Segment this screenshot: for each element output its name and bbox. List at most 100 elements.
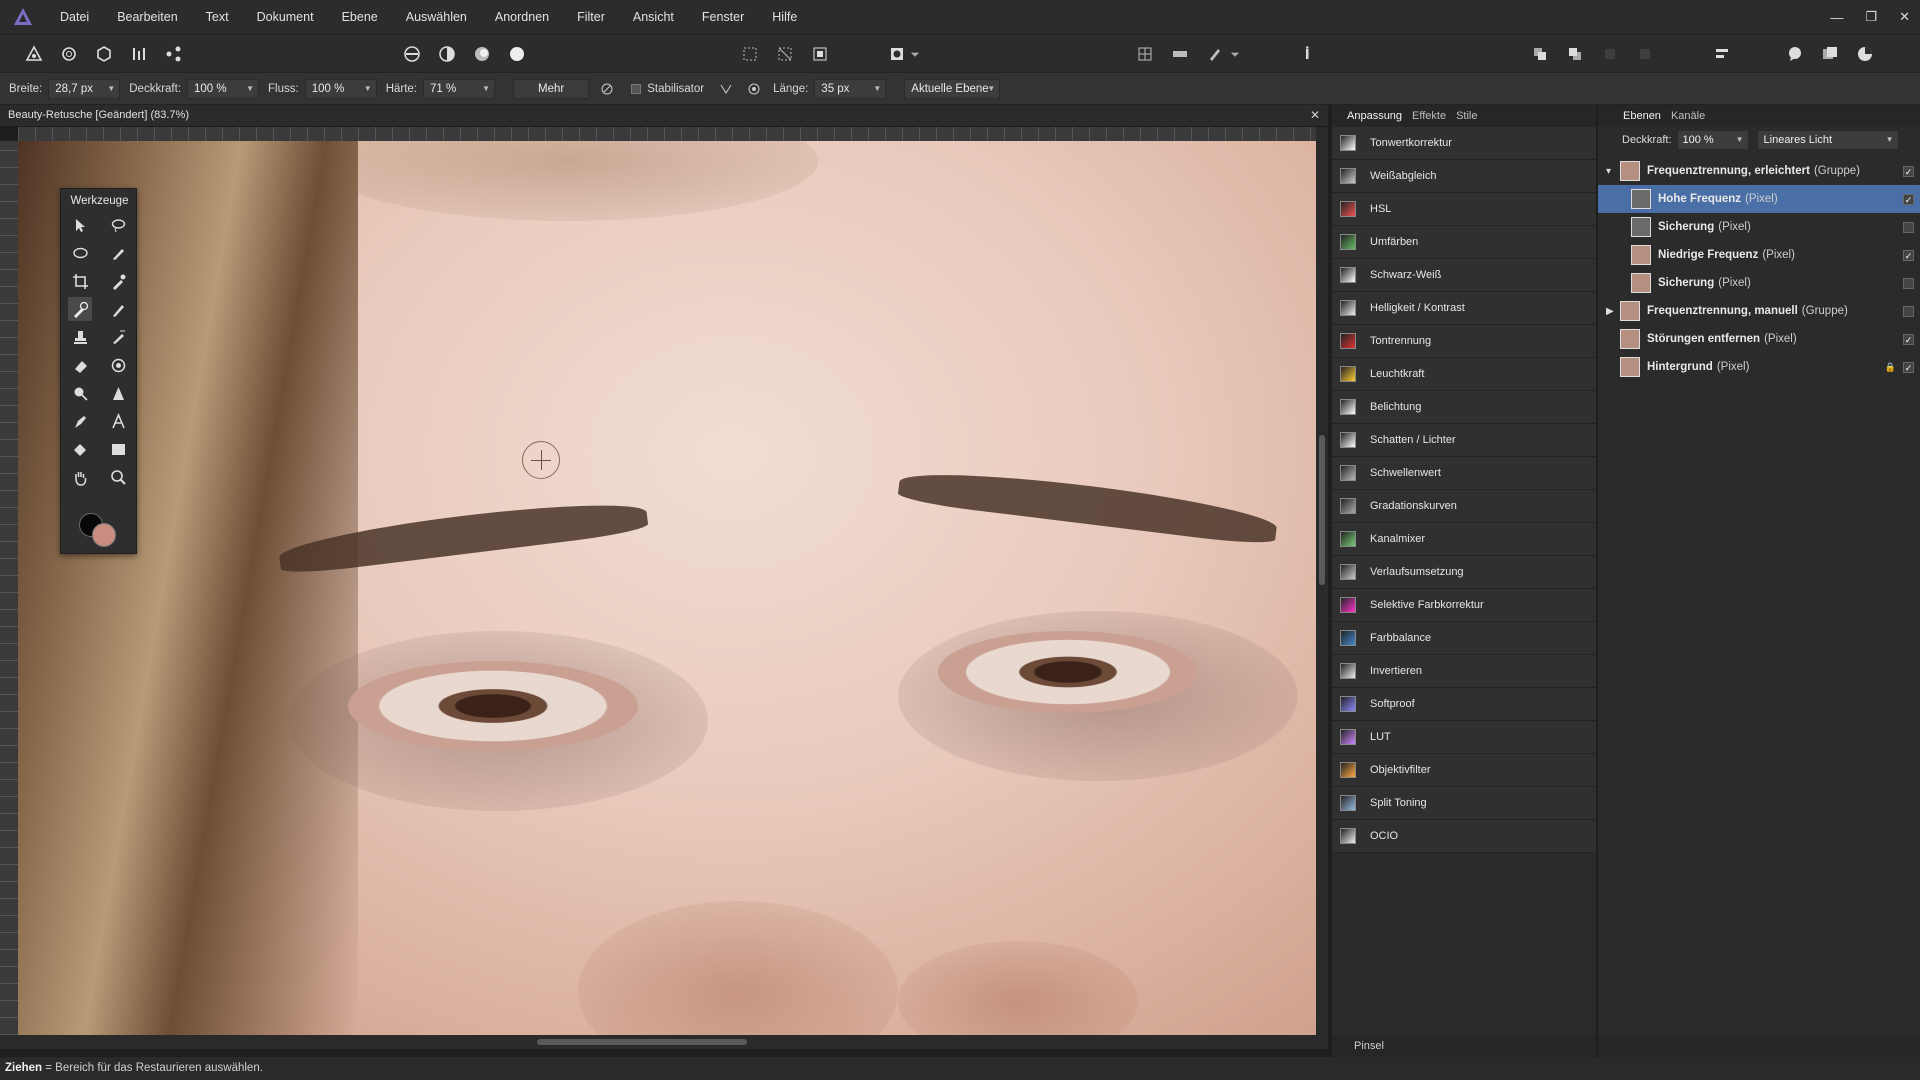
paint-brush-tool-icon[interactable] xyxy=(106,297,130,321)
inpainting-brush-tool-icon[interactable] xyxy=(68,297,92,321)
hardness-field[interactable]: 71 % ▼ xyxy=(423,78,496,99)
layer-scope-select[interactable]: Aktuelle Ebene ▼ xyxy=(904,78,1001,99)
auto-contrast-icon[interactable] xyxy=(435,43,459,65)
layer-expander-icon[interactable]: ▶ xyxy=(1606,306,1618,317)
tab-stile[interactable]: Stile xyxy=(1451,110,1482,122)
adjustment-item[interactable]: Split Toning xyxy=(1332,787,1596,820)
flow-field[interactable]: 100 % ▼ xyxy=(304,78,377,99)
clone-stamp-tool-icon[interactable] xyxy=(68,325,92,349)
width-dropdown-icon[interactable]: ▼ xyxy=(107,80,115,98)
color-picker-tool-icon[interactable] xyxy=(106,269,130,293)
adjustment-item[interactable]: Belichtung xyxy=(1332,391,1596,424)
pen-tool-icon[interactable] xyxy=(68,409,92,433)
menu-fenster[interactable]: Fenster xyxy=(688,0,758,34)
layer-row[interactable]: Hintergrund (Pixel) ✓ 🔒 xyxy=(1598,353,1920,381)
minimize-button[interactable]: — xyxy=(1830,10,1843,25)
vertical-scroll-thumb[interactable] xyxy=(1319,435,1325,585)
width-field[interactable]: 28,7 px ▼ xyxy=(48,78,121,99)
adjustment-item[interactable]: Helligkeit / Kontrast xyxy=(1332,292,1596,325)
layer-visibility-checkbox[interactable]: ✓ xyxy=(1903,333,1914,345)
layer-lock-icon[interactable]: 🔒 xyxy=(1885,362,1896,373)
export-persona-icon[interactable] xyxy=(162,43,186,65)
flood-fill-tool-icon[interactable] xyxy=(106,353,130,377)
more-button[interactable]: Mehr xyxy=(513,78,590,99)
adjustment-item[interactable]: Kanalmixer xyxy=(1332,523,1596,556)
hand-tool-icon[interactable] xyxy=(68,465,92,489)
layer-opacity-field[interactable]: 100 % ▼ xyxy=(1677,131,1748,149)
length-dropdown-icon[interactable]: ▼ xyxy=(873,80,881,98)
canvas[interactable] xyxy=(18,141,1316,1035)
pressure-icon[interactable] xyxy=(597,79,617,99)
horizontal-scrollbar[interactable] xyxy=(0,1035,1328,1049)
close-document-icon[interactable]: ✕ xyxy=(1310,108,1320,122)
stabilizer-checkbox[interactable] xyxy=(631,83,642,94)
studio-icon[interactable] xyxy=(1818,43,1842,65)
menu-datei[interactable]: Datei xyxy=(46,0,103,34)
liquify-persona-icon[interactable] xyxy=(57,43,81,65)
adjustment-item[interactable]: HSL xyxy=(1332,193,1596,226)
menu-text[interactable]: Text xyxy=(192,0,243,34)
adjustment-item[interactable]: Tontrennung xyxy=(1332,325,1596,358)
adjustment-item[interactable]: Objektivfilter xyxy=(1332,754,1596,787)
brush-panel-label[interactable]: Pinsel xyxy=(1332,1035,1596,1057)
quick-mask-icon[interactable] xyxy=(885,43,909,65)
menu-anordnen[interactable]: Anordnen xyxy=(481,0,563,34)
layer-scope-dropdown-icon[interactable]: ▼ xyxy=(987,80,995,98)
close-window-button[interactable]: ✕ xyxy=(1899,9,1910,25)
rope-mode-icon[interactable] xyxy=(716,79,736,99)
selection-brush-tool-icon[interactable] xyxy=(106,241,130,265)
menu-bearbeiten[interactable]: Bearbeiten xyxy=(103,0,191,34)
layer-row[interactable]: Sicherung (Pixel) xyxy=(1598,269,1920,297)
vertical-scrollbar[interactable] xyxy=(1316,127,1328,1035)
layer-visibility-checkbox[interactable] xyxy=(1903,221,1914,233)
tab-ebenen[interactable]: Ebenen xyxy=(1618,110,1666,122)
develop-persona-icon[interactable] xyxy=(92,43,116,65)
layer-row[interactable]: Hohe Frequenz (Pixel) ✓ xyxy=(1598,185,1920,213)
mixer-brush-tool-icon[interactable] xyxy=(106,325,130,349)
hardness-dropdown-icon[interactable]: ▼ xyxy=(482,80,490,98)
adjustment-item[interactable]: Umfärben xyxy=(1332,226,1596,259)
adjustment-item[interactable]: Tonwertkorrektur xyxy=(1332,127,1596,160)
tab-anpassung[interactable]: Anpassung xyxy=(1342,110,1407,122)
crop-tool-icon[interactable] xyxy=(68,269,92,293)
menu-ansicht[interactable]: Ansicht xyxy=(619,0,688,34)
layer-visibility-checkbox[interactable]: ✓ xyxy=(1903,249,1914,261)
layer-row[interactable]: Störungen entfernen (Pixel) ✓ xyxy=(1598,325,1920,353)
fill-tool-icon[interactable] xyxy=(68,437,92,461)
auto-levels-icon[interactable] xyxy=(400,43,424,65)
layer-row[interactable]: ▾ Frequenztrennung, erleichtert (Gruppe) ✓ xyxy=(1598,157,1920,185)
layer-row[interactable]: Sicherung (Pixel) xyxy=(1598,213,1920,241)
menu-dokument[interactable]: Dokument xyxy=(243,0,328,34)
invert-selection-icon[interactable] xyxy=(808,43,832,65)
blend-mode-select[interactable]: Lineares Licht ▼ xyxy=(1757,131,1898,149)
arrange-back-icon[interactable] xyxy=(1563,43,1587,65)
layer-visibility-checkbox[interactable]: ✓ xyxy=(1903,193,1914,205)
adjustment-item[interactable]: Schatten / Lichter xyxy=(1332,424,1596,457)
menu-auswaehlen[interactable]: Auswählen xyxy=(392,0,481,34)
menu-ebene[interactable]: Ebene xyxy=(328,0,392,34)
rect-selection-icon[interactable] xyxy=(738,43,762,65)
align-left-icon[interactable] xyxy=(1710,43,1734,65)
sharpen-tool-icon[interactable] xyxy=(106,381,130,405)
quick-mask-dropdown-icon[interactable] xyxy=(908,43,922,65)
app-logo-icon[interactable] xyxy=(12,6,34,28)
layer-row[interactable]: Niedrige Frequenz (Pixel) ✓ xyxy=(1598,241,1920,269)
auto-white-balance-icon[interactable] xyxy=(505,43,529,65)
length-field[interactable]: 35 px ▼ xyxy=(814,78,887,99)
menu-hilfe[interactable]: Hilfe xyxy=(758,0,811,34)
adjustment-item[interactable]: Leuchtkraft xyxy=(1332,358,1596,391)
layer-visibility-checkbox[interactable] xyxy=(1903,305,1914,317)
adjustment-item[interactable]: Verlaufsumsetzung xyxy=(1332,556,1596,589)
adjustment-item[interactable]: Farbbalance xyxy=(1332,622,1596,655)
layer-row[interactable]: ▶ Frequenztrennung, manuell (Gruppe) xyxy=(1598,297,1920,325)
document-tab[interactable]: Beauty-Retusche [Geändert] (83.7%) ✕ xyxy=(0,105,1328,127)
photo-persona-icon[interactable] xyxy=(22,43,46,65)
adjustment-item[interactable]: Selektive Farbkorrektur xyxy=(1332,589,1596,622)
adjustment-item[interactable]: Invertieren xyxy=(1332,655,1596,688)
dodge-tool-icon[interactable] xyxy=(68,381,92,405)
assistant-icon[interactable] xyxy=(1783,43,1807,65)
adjustment-item[interactable]: Schwellenwert xyxy=(1332,457,1596,490)
opacity-dropdown-icon[interactable]: ▼ xyxy=(246,80,254,98)
tab-kanaele[interactable]: Kanäle xyxy=(1666,110,1710,122)
layer-visibility-checkbox[interactable] xyxy=(1903,277,1914,289)
